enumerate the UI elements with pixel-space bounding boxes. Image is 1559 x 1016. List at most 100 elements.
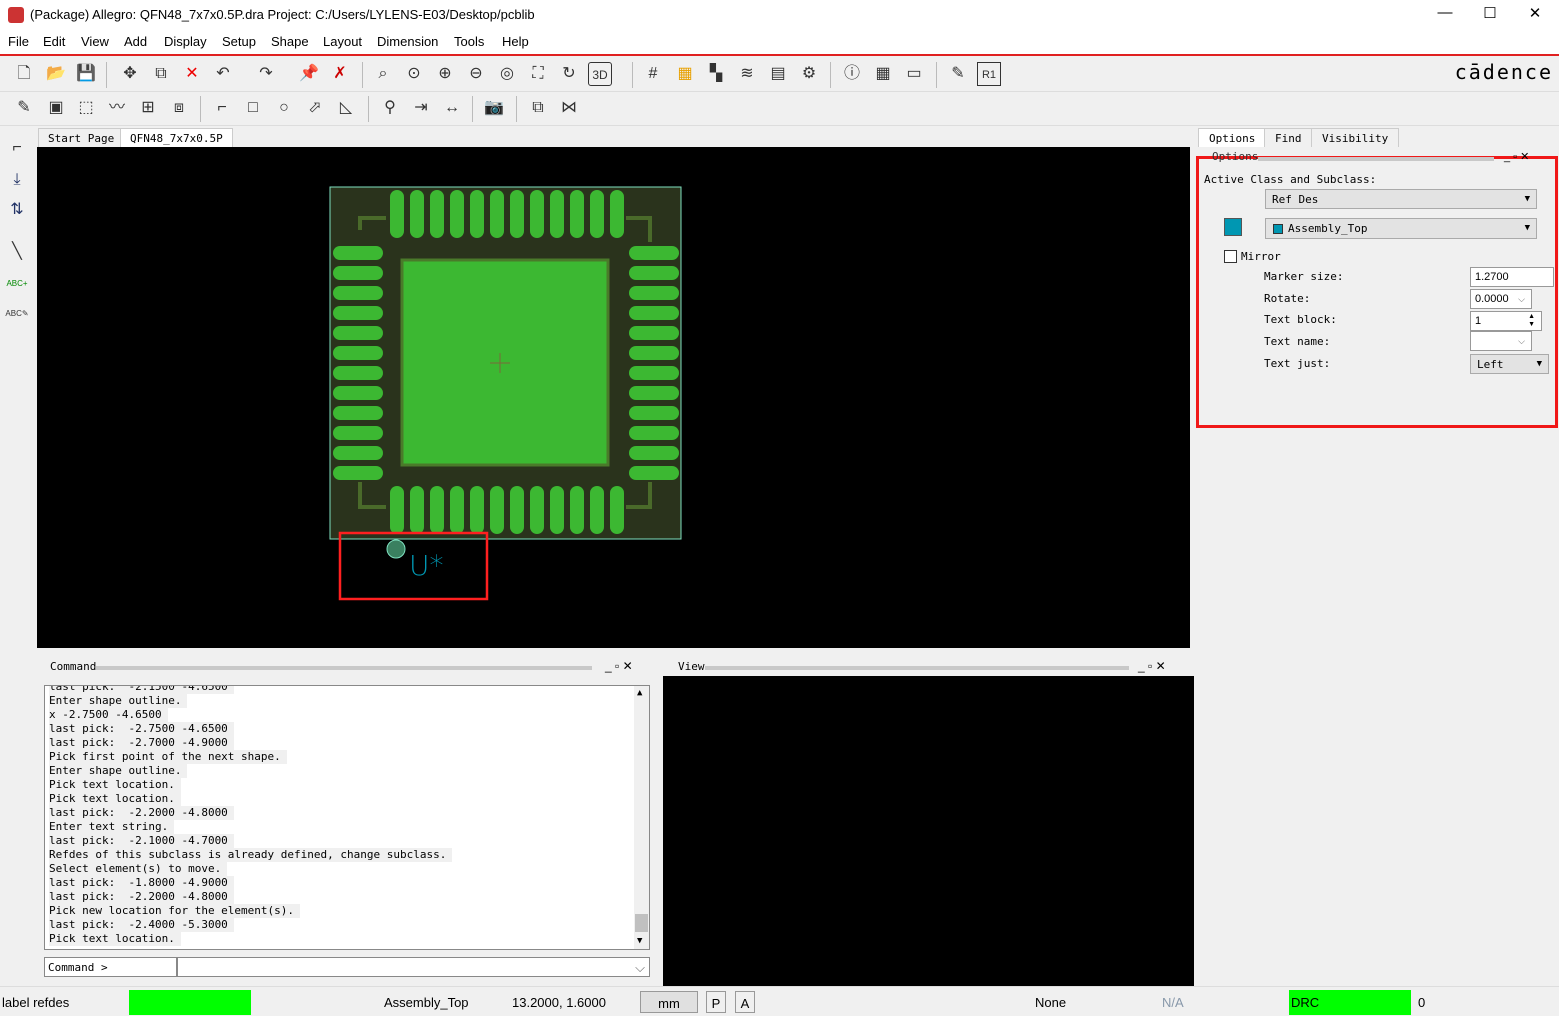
tab-visibility[interactable]: Visibility xyxy=(1311,128,1400,147)
edit-text-icon[interactable]: ABC✎ xyxy=(5,302,29,326)
add-line-icon[interactable]: ╲ xyxy=(5,240,29,264)
zoom-in-icon[interactable]: ⊕ xyxy=(433,62,457,86)
panel-controls-icon[interactable]: _ ▫ ✕ xyxy=(1138,659,1166,673)
menu-tools[interactable]: Tools xyxy=(454,34,484,49)
menu-layout[interactable]: Layout xyxy=(323,34,362,49)
log-scrollbar[interactable]: ▲ ▼ xyxy=(634,686,649,949)
tab-start-page[interactable]: Start Page xyxy=(38,128,125,147)
camera-icon[interactable]: 📷 xyxy=(482,96,506,120)
color-icon[interactable]: ▦ xyxy=(673,62,697,86)
pin-icon[interactable]: 📌 xyxy=(297,62,321,86)
line-icon[interactable]: ⌐ xyxy=(210,96,234,120)
move-icon[interactable]: ✥ xyxy=(118,62,142,86)
copy-icon[interactable]: ⧉ xyxy=(149,62,173,86)
text-name-combo[interactable]: ⌵ xyxy=(1470,331,1532,351)
scroll-down-icon[interactable]: ▼ xyxy=(637,936,642,946)
text-block-spinner[interactable]: 1 ▲ ▼ xyxy=(1470,311,1542,331)
info-icon[interactable]: ⓘ xyxy=(840,62,864,86)
menu-edit[interactable]: Edit xyxy=(43,34,65,49)
menu-setup[interactable]: Setup xyxy=(222,34,256,49)
pad xyxy=(450,486,464,534)
polygon-icon[interactable]: ◺ xyxy=(334,96,358,120)
cm-icon[interactable]: ▤ xyxy=(766,62,790,86)
a-button[interactable]: A xyxy=(735,991,755,1013)
measure-icon[interactable]: ▭ xyxy=(902,62,926,86)
stack-icon[interactable]: ⧉ xyxy=(526,96,550,120)
unpin-icon[interactable]: ✗ xyxy=(328,62,352,86)
add-text-icon[interactable]: ABC+ xyxy=(5,272,29,296)
pad xyxy=(629,306,679,320)
scroll-up-icon[interactable]: ▲ xyxy=(637,688,642,698)
close-button[interactable]: ✕ xyxy=(1520,4,1550,26)
bowtie-icon[interactable]: ⋈ xyxy=(557,96,581,120)
text-just-dropdown[interactable]: Left ▼ xyxy=(1470,354,1549,374)
import-icon[interactable]: ⤓ xyxy=(5,168,29,192)
command-input[interactable]: ⌵ xyxy=(177,957,650,977)
zoom-fit-icon[interactable]: ⊙ xyxy=(402,62,426,86)
layer-icon[interactable]: ▚ xyxy=(704,62,728,86)
design-canvas[interactable]: U* xyxy=(37,147,1190,648)
zoom-selection-icon[interactable]: ⛶ xyxy=(526,62,550,86)
menu-display[interactable]: Display xyxy=(164,34,207,49)
zoom-window-icon[interactable]: ⌕ xyxy=(371,62,395,86)
void-icon[interactable]: ⧈ xyxy=(167,96,191,120)
delete-icon[interactable]: ✕ xyxy=(180,62,204,86)
menu-shape[interactable]: Shape xyxy=(271,34,309,49)
p-button[interactable]: P xyxy=(706,991,726,1013)
menu-help[interactable]: Help xyxy=(502,34,529,49)
scroll-thumb[interactable] xyxy=(635,914,648,932)
save-icon[interactable]: 💾 xyxy=(74,62,98,86)
undo-icon[interactable]: ↶ xyxy=(211,62,235,86)
chevron-down-icon[interactable]: ⌵ xyxy=(635,960,645,976)
rectangle-icon[interactable]: □ xyxy=(241,96,265,120)
subclass-dropdown[interactable]: Assembly_Top ▼ xyxy=(1265,218,1537,239)
wave-icon[interactable]: 〰 xyxy=(105,96,129,120)
menu-dimension[interactable]: Dimension xyxy=(377,34,438,49)
settings-icon[interactable]: ⚙ xyxy=(797,62,821,86)
new-file-icon[interactable]: 🗋 xyxy=(12,62,36,86)
panel-controls-icon[interactable]: _ ▫ ✕ xyxy=(605,659,633,673)
menu-add[interactable]: Add xyxy=(124,34,147,49)
class-dropdown[interactable]: Ref Des ▼ xyxy=(1265,189,1537,209)
select-icon[interactable]: ⬀ xyxy=(303,96,327,120)
tab-design[interactable]: QFN48_7x7x0.5P xyxy=(120,128,233,147)
spinner-arrows-icon[interactable]: ▲ ▼ xyxy=(1528,313,1535,329)
dimension-icon[interactable]: ⇥ xyxy=(409,96,433,120)
tab-find[interactable]: Find xyxy=(1264,128,1313,147)
minimize-button[interactable]: — xyxy=(1430,4,1460,26)
linear-dim-icon[interactable]: ↔ xyxy=(440,96,464,120)
menu-view[interactable]: View xyxy=(81,34,109,49)
shape-edit-icon[interactable]: ⬚ xyxy=(74,96,98,120)
units-button[interactable]: mm xyxy=(640,991,698,1013)
subclass-color-swatch[interactable] xyxy=(1224,218,1242,236)
command-log[interactable]: last pick: -2.1500 -4.6500 Enter shape ou… xyxy=(44,685,650,950)
3d-view-icon[interactable]: 3D xyxy=(588,62,612,86)
xsection-icon[interactable]: ≋ xyxy=(735,62,759,86)
panel-minimize-icon[interactable]: _ ▫ ✕ xyxy=(1504,150,1529,163)
table-icon[interactable]: ▦ xyxy=(871,62,895,86)
world-view-canvas[interactable] xyxy=(663,676,1194,986)
drc-indicator[interactable]: DRC xyxy=(1289,990,1411,1015)
edit-icon[interactable]: ✎ xyxy=(12,96,36,120)
circle-icon[interactable]: ○ xyxy=(272,96,296,120)
maximize-button[interactable]: ☐ xyxy=(1475,4,1505,26)
redraw-icon[interactable]: ↻ xyxy=(557,62,581,86)
pin-assign-icon[interactable]: ✎ xyxy=(946,62,970,86)
menu-file[interactable]: File xyxy=(8,34,29,49)
swap-icon[interactable]: ⇅ xyxy=(5,198,29,222)
grid-icon[interactable]: # xyxy=(641,62,665,86)
open-folder-icon[interactable]: 📂 xyxy=(44,62,68,86)
rotate-combo[interactable]: 0.0000 ⌵ xyxy=(1470,289,1532,309)
zoom-previous-icon[interactable]: ◎ xyxy=(495,62,519,86)
mirror-checkbox[interactable] xyxy=(1224,250,1237,263)
r1-icon[interactable]: R1 xyxy=(977,62,1001,86)
status-bar: label refdes Assembly_Top 13.2000, 1.600… xyxy=(0,986,1559,1016)
pad-icon[interactable]: ⚲ xyxy=(378,96,402,120)
symbol-icon[interactable]: ▣ xyxy=(44,96,68,120)
marker-size-input[interactable]: 1.2700 xyxy=(1470,267,1554,287)
split-icon[interactable]: ⊞ xyxy=(136,96,160,120)
redo-icon[interactable]: ↷ xyxy=(254,62,278,86)
connect-icon[interactable]: ⌐ xyxy=(5,136,29,160)
tab-options[interactable]: Options xyxy=(1198,128,1267,147)
zoom-out-icon[interactable]: ⊖ xyxy=(464,62,488,86)
